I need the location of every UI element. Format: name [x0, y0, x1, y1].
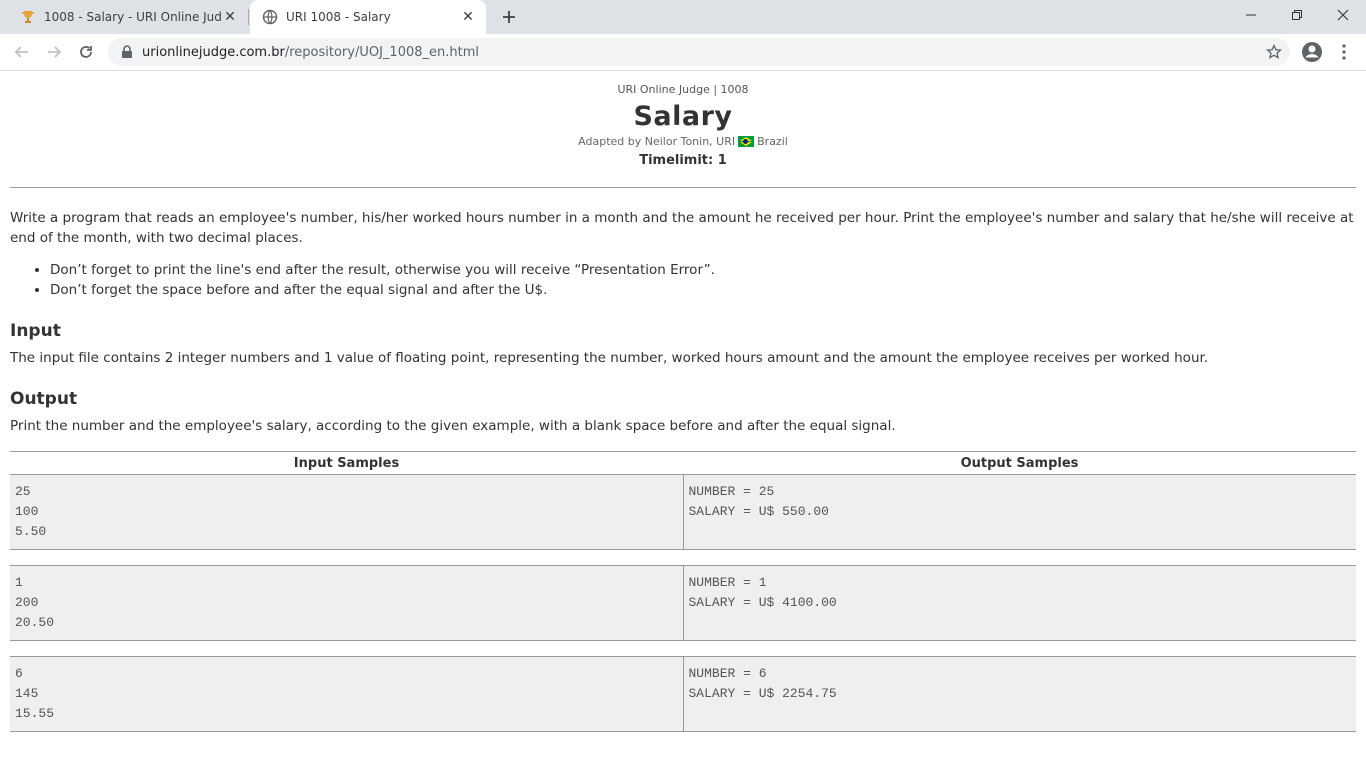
- browser-menu-button[interactable]: [1334, 40, 1354, 64]
- sample-input-cell: 1 200 20.50: [10, 565, 684, 641]
- list-item: Don’t forget the space before and after …: [50, 280, 1356, 300]
- url-host: urionlinejudge.com.br: [142, 44, 285, 60]
- new-tab-button[interactable]: [498, 6, 520, 28]
- header-divider: [10, 187, 1356, 188]
- sample-line: 100: [15, 504, 39, 519]
- back-button[interactable]: [8, 38, 36, 66]
- sample-line: NUMBER = 1: [688, 575, 767, 590]
- sample-line: NUMBER = 6: [688, 666, 767, 681]
- sample-output-cell: NUMBER = 6 SALARY = U$ 2254.75: [683, 656, 1356, 732]
- arrow-right-icon: [48, 46, 62, 58]
- browser-toolbar: urionlinejudge.com.br/repository/UOJ_100…: [0, 34, 1366, 71]
- sample-line: 1: [15, 575, 23, 590]
- tab-strip: 1008 - Salary - URI Online Judge ✕ URI 1…: [0, 0, 1366, 34]
- restore-icon: [1292, 10, 1302, 20]
- input-description: The input file contains 2 integer number…: [10, 350, 1209, 366]
- url-text: urionlinejudge.com.br/repository/UOJ_100…: [142, 45, 479, 60]
- star-icon[interactable]: [1266, 44, 1282, 60]
- output-heading: Output: [10, 389, 78, 409]
- trophy-icon: [20, 9, 36, 25]
- plus-icon: [503, 11, 515, 23]
- author-country: Brazil: [757, 135, 788, 148]
- notes-list: Don’t forget to print the line's end aft…: [10, 260, 1356, 300]
- reload-icon: [80, 46, 92, 58]
- input-heading: Input: [10, 321, 61, 341]
- close-icon[interactable]: ✕: [460, 9, 476, 25]
- row-spacer: [10, 640, 1356, 657]
- sample-line: SALARY = U$ 2254.75: [688, 686, 837, 701]
- problem-header: URI Online Judge | 1008 Salary Adapted b…: [10, 83, 1356, 168]
- close-icon[interactable]: ✕: [222, 9, 238, 25]
- author-text: Adapted by Neilor Tonin, URI: [578, 135, 736, 148]
- tab-divider: [248, 9, 249, 25]
- sample-line: 145: [15, 686, 39, 701]
- output-samples-header: Output Samples: [683, 451, 1356, 475]
- table-row: 1 200 20.50 NUMBER = 1 SALARY = U$ 4100.…: [10, 565, 1356, 641]
- tab-title: 1008 - Salary - URI Online Judge: [44, 10, 222, 24]
- input-samples-header: Input Samples: [10, 451, 683, 475]
- window-close-button[interactable]: [1320, 0, 1366, 30]
- samples-table: Input Samples Output Samples 25 100 5.50…: [10, 451, 1356, 732]
- sample-line: SALARY = U$ 550.00: [688, 504, 829, 519]
- sample-line: 200: [15, 595, 39, 610]
- close-icon: [1337, 9, 1349, 21]
- globe-icon: [262, 9, 278, 25]
- timelimit: Timelimit: 1: [639, 153, 727, 168]
- sample-output-cell: NUMBER = 25 SALARY = U$ 550.00: [683, 474, 1356, 550]
- tab-title: URI 1008 - Salary: [286, 10, 391, 24]
- address-bar[interactable]: urionlinejudge.com.br/repository/UOJ_100…: [108, 38, 1290, 66]
- page-title: Salary: [633, 101, 733, 132]
- url-path: /repository/UOJ_1008_en.html: [284, 44, 479, 60]
- row-spacer: [10, 549, 1356, 566]
- sample-input-cell: 6 145 15.55: [10, 656, 684, 732]
- table-row: 25 100 5.50 NUMBER = 25 SALARY = U$ 550.…: [10, 474, 1356, 550]
- list-item: Don’t forget to print the line's end aft…: [50, 260, 1356, 280]
- breadcrumb: URI Online Judge | 1008: [617, 83, 749, 96]
- profile-icon[interactable]: [1300, 40, 1324, 64]
- sample-line: 25: [15, 484, 31, 499]
- brazil-flag-icon: [738, 136, 755, 147]
- more-vertical-icon: [1342, 44, 1346, 60]
- arrow-left-icon: [14, 46, 28, 58]
- forward-button[interactable]: [40, 38, 68, 66]
- problem-page: URI Online Judge | 1008 Salary Adapted b…: [10, 71, 1356, 732]
- sample-line: NUMBER = 25: [688, 484, 775, 499]
- sample-output-cell: NUMBER = 1 SALARY = U$ 4100.00: [683, 565, 1356, 641]
- minimize-icon: [1246, 14, 1256, 16]
- tab-salary[interactable]: URI 1008 - Salary ✕: [250, 0, 486, 34]
- sample-input-cell: 25 100 5.50: [10, 474, 684, 550]
- sample-line: 5.50: [15, 524, 47, 539]
- tab-uri-judge[interactable]: 1008 - Salary - URI Online Judge ✕: [8, 0, 248, 34]
- output-description: Print the number and the employee's sala…: [10, 418, 896, 434]
- sample-line: SALARY = U$ 4100.00: [688, 595, 837, 610]
- sample-line: 20.50: [15, 615, 55, 630]
- reload-button[interactable]: [72, 38, 100, 66]
- lock-icon: [120, 45, 134, 59]
- sample-line: 6: [15, 666, 23, 681]
- problem-description: Write a program that reads an employee's…: [10, 210, 1354, 246]
- sample-line: 15.55: [15, 706, 55, 721]
- table-row: 6 145 15.55 NUMBER = 6 SALARY = U$ 2254.…: [10, 656, 1356, 732]
- restore-button[interactable]: [1274, 0, 1320, 30]
- author-line: Adapted by Neilor Tonin, URI Brazil: [10, 135, 1356, 148]
- minimize-button[interactable]: [1228, 0, 1274, 30]
